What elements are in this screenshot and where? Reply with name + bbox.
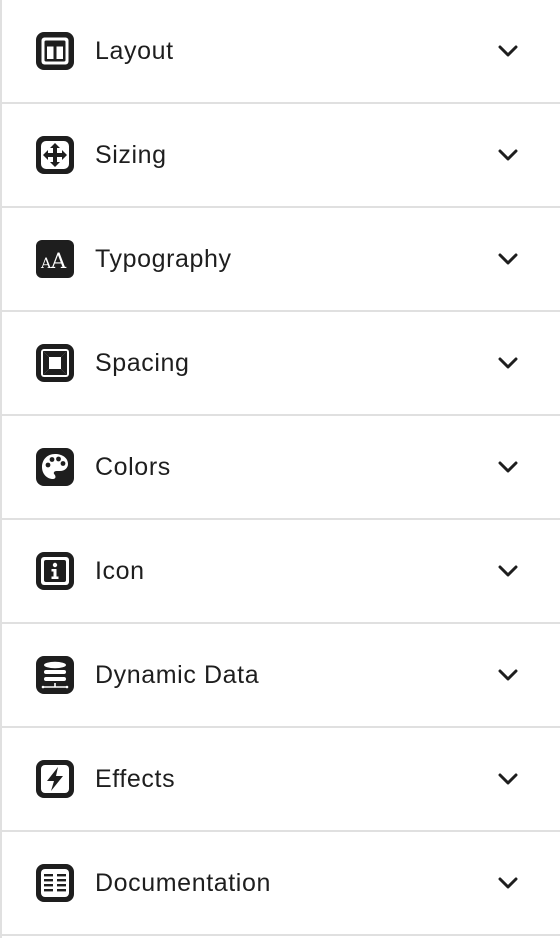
chevron-down-icon[interactable] — [494, 869, 522, 897]
section-documentation[interactable]: Documentation — [2, 832, 560, 936]
section-effects[interactable]: Effects — [2, 728, 560, 832]
chevron-down-icon[interactable] — [494, 37, 522, 65]
documentation-icon — [34, 862, 76, 904]
chevron-down-icon[interactable] — [494, 141, 522, 169]
info-icon — [34, 550, 76, 592]
section-icon[interactable]: Icon — [2, 520, 560, 624]
colors-icon — [34, 446, 76, 488]
database-icon — [34, 654, 76, 696]
section-label: Sizing — [95, 140, 167, 169]
layout-icon — [34, 30, 76, 72]
section-typography[interactable]: A A Typography — [2, 208, 560, 312]
section-colors[interactable]: Colors — [2, 416, 560, 520]
section-label: Documentation — [95, 868, 271, 897]
section-spacing[interactable]: Spacing — [2, 312, 560, 416]
chevron-down-icon[interactable] — [494, 245, 522, 273]
sizing-icon — [34, 134, 76, 176]
section-label: Dynamic Data — [95, 660, 260, 689]
section-layout[interactable]: Layout — [2, 0, 560, 104]
section-label: Effects — [95, 764, 176, 793]
chevron-down-icon[interactable] — [494, 453, 522, 481]
section-label: Typography — [95, 244, 232, 273]
section-sizing[interactable]: Sizing — [2, 104, 560, 208]
settings-panel: Layout Sizing A A Typography Spacing Col… — [0, 0, 560, 938]
spacing-icon — [34, 342, 76, 384]
section-label: Icon — [95, 556, 145, 585]
typography-icon: A A — [34, 238, 76, 280]
effects-icon — [34, 758, 76, 800]
section-label: Spacing — [95, 348, 190, 377]
section-label: Colors — [95, 452, 171, 481]
chevron-down-icon[interactable] — [494, 349, 522, 377]
chevron-down-icon[interactable] — [494, 765, 522, 793]
section-label: Layout — [95, 36, 174, 65]
chevron-down-icon[interactable] — [494, 661, 522, 689]
section-dynamic-data[interactable]: Dynamic Data — [2, 624, 560, 728]
chevron-down-icon[interactable] — [494, 557, 522, 585]
svg-text:A: A — [50, 249, 67, 273]
